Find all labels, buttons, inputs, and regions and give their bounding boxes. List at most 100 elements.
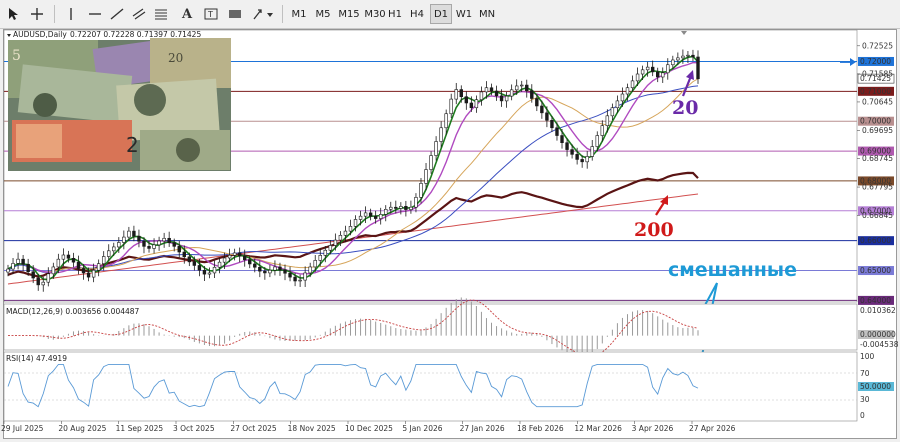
candle-body	[605, 115, 610, 126]
candle-body	[132, 230, 136, 237]
rectangle-shape-icon[interactable]	[226, 4, 244, 24]
candle-body	[31, 271, 35, 279]
time-tick-label: 5 Jan 2026	[402, 424, 442, 433]
candle-body	[11, 263, 15, 270]
svg-text:200: 200	[634, 219, 674, 241]
candle-body	[142, 240, 146, 247]
candle-body	[328, 245, 333, 251]
candle-body	[16, 258, 20, 264]
candle-body	[545, 112, 549, 121]
level-label: 0.64000	[860, 296, 891, 305]
candle-body	[570, 149, 574, 155]
candle-body	[343, 230, 348, 236]
candle-body	[676, 57, 680, 61]
timeframe-mn[interactable]: MN	[476, 4, 498, 24]
candle-body	[222, 257, 227, 263]
candle-body	[117, 242, 121, 248]
candle-body	[288, 272, 292, 278]
candle-body	[86, 272, 91, 278]
candle-body	[650, 66, 655, 73]
candle-body	[232, 252, 237, 256]
candle-body	[459, 89, 463, 98]
macd-scale-top: 0.010362	[860, 306, 896, 315]
channel-icon[interactable]	[130, 4, 148, 24]
candle-body	[91, 269, 96, 278]
timeframe-h1[interactable]: H1	[384, 4, 406, 24]
candle-body	[303, 272, 307, 281]
candle-body	[434, 141, 438, 156]
time-tick-label: 11 Sep 2025	[116, 424, 164, 433]
candle-body	[76, 261, 81, 269]
candle-body	[379, 214, 383, 219]
candle-body	[691, 54, 695, 58]
timeframe-w1[interactable]: W1	[453, 4, 475, 24]
text-label-icon[interactable]: T	[202, 4, 220, 24]
candle-body	[454, 89, 458, 100]
price-chart[interactable]: 0.720000.710000.700000.690000.680000.670…	[0, 29, 900, 442]
rsi-scale-100: 100	[860, 352, 875, 361]
candle-body	[122, 236, 126, 243]
trendline-icon[interactable]	[108, 4, 126, 24]
candle-body	[484, 87, 489, 93]
symbol-name: AUDUSD,Daily	[13, 30, 67, 39]
candle-body	[278, 266, 282, 271]
candle-body	[283, 269, 287, 274]
candle-body	[540, 105, 544, 114]
cursor-arrow-icon[interactable]	[4, 4, 22, 24]
candle-body	[580, 159, 584, 163]
candle-body	[368, 212, 373, 217]
candle-body	[394, 206, 398, 209]
candle-body	[550, 120, 554, 129]
time-tick-label: 27 Oct 2025	[230, 424, 277, 433]
timeframe-m5[interactable]: M5	[312, 4, 334, 24]
candle-body	[182, 251, 186, 258]
time-tick-label: 27 Jan 2026	[460, 424, 505, 433]
timeframe-m1[interactable]: M1	[288, 4, 310, 24]
fibonacci-icon[interactable]	[152, 4, 170, 24]
candle-body	[243, 255, 247, 261]
candle-body	[489, 87, 494, 92]
candle-body	[424, 169, 428, 184]
candle-body	[212, 266, 217, 274]
candle-body	[686, 54, 690, 57]
timeframe-d1[interactable]: D1	[430, 4, 452, 24]
candle-body	[298, 279, 302, 282]
time-tick-label: 20 Aug 2025	[58, 424, 106, 433]
candle-body	[625, 87, 630, 95]
level-label: 0.65000	[860, 266, 891, 275]
candle-body	[600, 125, 605, 136]
candle-body	[81, 268, 86, 274]
candle-body	[56, 258, 61, 268]
candle-body	[36, 277, 40, 286]
candle-body	[635, 73, 640, 82]
candle-body	[258, 266, 262, 272]
candle-body	[429, 155, 433, 170]
candle-body	[610, 107, 615, 117]
rsi-panel	[3, 351, 858, 422]
candle-body	[127, 230, 131, 238]
timeframe-h4[interactable]: H4	[406, 4, 428, 24]
candle-body	[681, 55, 685, 59]
price-axis: 0.72525 0.71585 0.70645 0.69695 0.68745 0.677…	[857, 41, 893, 220]
price-tick-label: 0.70645	[862, 97, 893, 106]
text-tool-icon[interactable]: A	[178, 4, 196, 24]
level-label: 0.72000	[860, 57, 891, 66]
time-tick-label: 12 Mar 2026	[574, 424, 622, 433]
timeframe-m15[interactable]: M15	[336, 4, 362, 24]
crosshair-icon[interactable]	[28, 4, 46, 24]
candle-body	[469, 102, 474, 109]
time-tick-label: 3 Apr 2026	[632, 424, 674, 433]
candle-body	[671, 59, 675, 66]
vertical-line-icon[interactable]	[62, 4, 80, 24]
candle-body	[227, 255, 232, 259]
candle-body	[530, 90, 534, 99]
level-label: 0.66000	[860, 236, 891, 245]
candle-body	[61, 254, 66, 260]
horizontal-line-icon[interactable]	[86, 4, 104, 24]
arrows-menu-icon[interactable]	[250, 4, 276, 24]
candle-body	[207, 272, 212, 275]
rsi-scale-30: 30	[860, 395, 870, 404]
time-tick-label: 18 Feb 2026	[517, 424, 564, 433]
candle-body	[197, 265, 202, 271]
candle-body	[575, 154, 579, 160]
